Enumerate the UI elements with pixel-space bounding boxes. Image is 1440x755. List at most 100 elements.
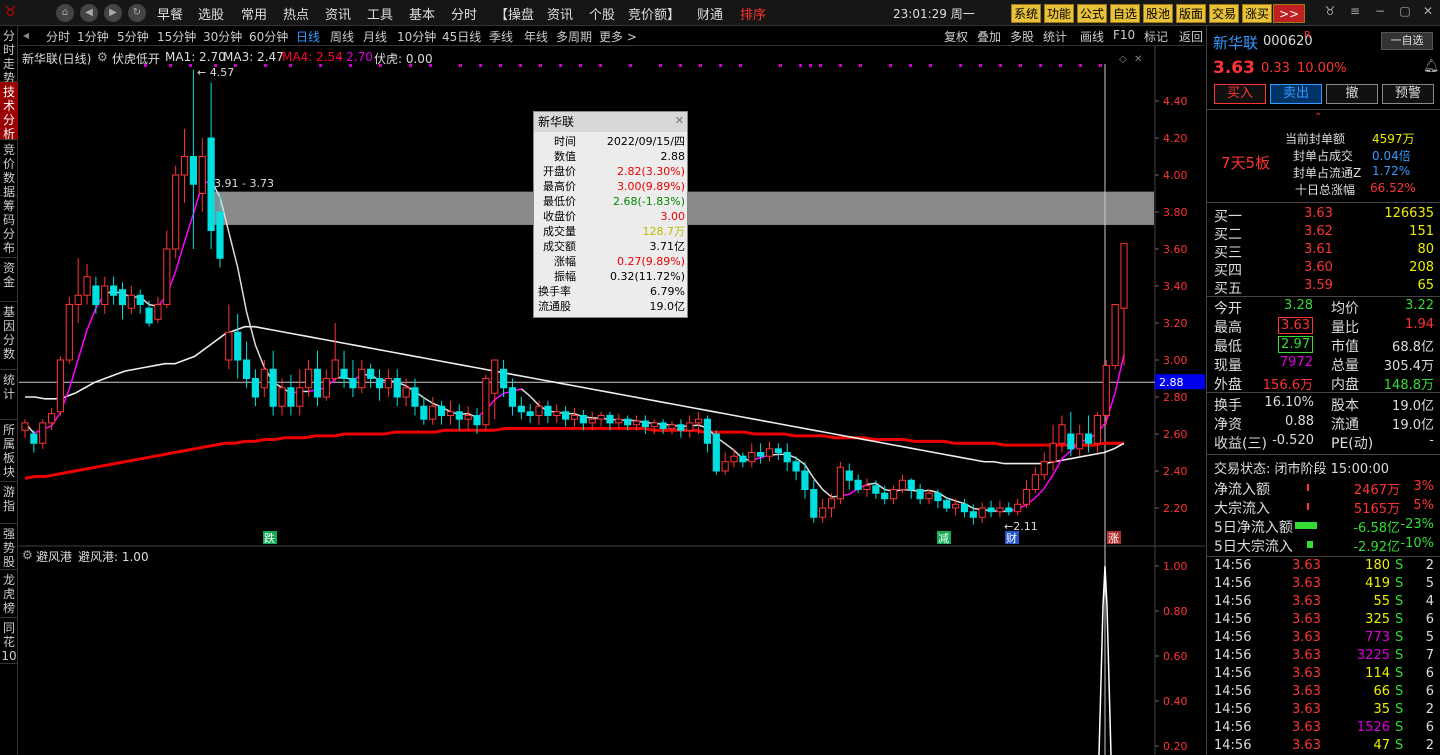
period-10[interactable]: 45日线 xyxy=(442,28,481,45)
left-tab-1[interactable]: 技术分析 xyxy=(0,82,18,141)
tick-time: 14:56 xyxy=(1214,684,1252,699)
forward-icon[interactable]: ▶ xyxy=(104,4,122,22)
period-11[interactable]: 季线 xyxy=(489,28,513,45)
stat2-key-2: PE(动) xyxy=(1331,436,1374,452)
tool-button-6[interactable]: 交易 xyxy=(1209,4,1240,23)
collapse-up-icon[interactable]: ⌃ xyxy=(1314,112,1322,123)
left-tab-3[interactable]: 筹码分布 xyxy=(0,196,18,258)
sub-settings-icon[interactable]: ⚙ xyxy=(22,548,33,562)
menu-1[interactable]: 选股 xyxy=(198,4,224,23)
menu-4[interactable]: 资讯 xyxy=(325,4,351,23)
action-button-3[interactable]: 预警 xyxy=(1382,84,1434,104)
menu-12[interactable]: 财通 xyxy=(697,4,723,23)
tooltip-close-icon[interactable]: ✕ xyxy=(675,114,684,127)
left-tab-5[interactable]: 基因分数 xyxy=(0,302,18,370)
left-tab-8[interactable]: 游指 xyxy=(0,482,18,524)
menu-10[interactable]: 个股 xyxy=(589,4,615,23)
chart-tool-1[interactable]: 叠加 xyxy=(977,28,1001,45)
left-tab-6[interactable]: 统计 xyxy=(0,370,18,420)
action-button-0[interactable]: 买入 xyxy=(1214,84,1266,104)
left-tab-0[interactable]: 分时走势 xyxy=(0,26,18,85)
menu-9[interactable]: 资讯 xyxy=(547,4,573,23)
period-12[interactable]: 年线 xyxy=(524,28,548,45)
back-icon[interactable]: ◀ xyxy=(80,4,98,22)
period-0[interactable]: 分时 xyxy=(46,28,70,45)
period-5[interactable]: 60分钟 xyxy=(249,28,288,45)
left-tab-7[interactable]: 所属板块 xyxy=(0,420,18,482)
bell-icon[interactable]: 🔔︎ xyxy=(1423,59,1440,74)
close-pane-icon[interactable]: ✕ xyxy=(1134,54,1142,65)
minimize-icon[interactable]: − xyxy=(1370,4,1390,22)
chart-tool-4[interactable]: 画线 xyxy=(1080,28,1104,45)
period-1[interactable]: 1分钟 xyxy=(77,28,109,45)
collapse-icon[interactable]: ◂ xyxy=(23,28,29,42)
ma5-segment xyxy=(183,213,195,242)
period-7[interactable]: 周线 xyxy=(330,28,354,45)
sub-axis-label: 0.60 xyxy=(1163,650,1188,663)
tool-button-5[interactable]: 版面 xyxy=(1176,4,1207,23)
period-4[interactable]: 30分钟 xyxy=(203,28,242,45)
tick-side: S xyxy=(1395,630,1404,645)
tool-button-2[interactable]: 公式 xyxy=(1077,4,1108,23)
stat-key: 最高 xyxy=(1214,320,1242,336)
menu-11[interactable]: 竞价额】 xyxy=(628,4,680,23)
candle-body xyxy=(517,405,525,413)
sub-indicator-name[interactable]: 避风港 xyxy=(36,548,72,565)
left-tab-2[interactable]: 竞价数据 xyxy=(0,140,18,199)
tick-count: 5 xyxy=(1425,630,1434,645)
signal-dot xyxy=(629,64,632,67)
chart-tool-6[interactable]: 标记 xyxy=(1144,28,1168,45)
left-tab-9[interactable]: 强势股 xyxy=(0,524,18,570)
menu-8[interactable]: 【操盘 xyxy=(495,4,534,23)
tooltip-key: 开盘价 xyxy=(543,165,576,178)
period-2[interactable]: 5分钟 xyxy=(117,28,149,45)
left-tab-10[interactable]: 龙虎榜 xyxy=(0,570,18,618)
menu-3[interactable]: 热点 xyxy=(283,4,309,23)
menu-13[interactable]: 排序 xyxy=(740,4,766,23)
chart-tool-3[interactable]: 统计 xyxy=(1043,28,1067,45)
tick-volume: 180 xyxy=(1365,558,1390,573)
menu-7[interactable]: 分时 xyxy=(451,4,477,23)
action-button-1[interactable]: 卖出 xyxy=(1270,84,1322,104)
candle-body xyxy=(925,492,933,500)
period-13[interactable]: 多周期 xyxy=(556,28,592,45)
close-icon[interactable]: ✕ xyxy=(1418,4,1438,22)
candle-body xyxy=(83,276,91,296)
stock-name: 新华联 xyxy=(1213,34,1259,52)
chart-tool-0[interactable]: 复权 xyxy=(944,28,968,45)
period-6[interactable]: 日线 xyxy=(296,28,320,45)
tool-button-0[interactable]: 系统 xyxy=(1011,4,1042,23)
watchlist-button[interactable]: 一自选 xyxy=(1381,32,1433,50)
menu-2[interactable]: 常用 xyxy=(241,4,267,23)
home-icon[interactable]: ⌂ xyxy=(56,4,74,22)
period-3[interactable]: 15分钟 xyxy=(157,28,196,45)
menu-0[interactable]: 早餐 xyxy=(157,4,183,23)
tool-button-3[interactable]: 自选 xyxy=(1110,4,1141,23)
candle-body xyxy=(313,368,322,398)
tool-button-4[interactable]: 股池 xyxy=(1143,4,1174,23)
chart-tool-5[interactable]: F10 xyxy=(1113,28,1135,42)
chart-tool-2[interactable]: 多股 xyxy=(1010,28,1034,45)
candle-body xyxy=(721,461,729,472)
period-14[interactable]: 更多 > xyxy=(599,28,637,45)
left-tab-4[interactable]: 资金 xyxy=(0,258,18,302)
menu-icon[interactable]: ≡ xyxy=(1345,4,1365,22)
period-9[interactable]: 10分钟 xyxy=(397,28,436,45)
menu-6[interactable]: 基本 xyxy=(409,4,435,23)
maximize-icon[interactable]: ▢ xyxy=(1395,4,1415,22)
candle-body xyxy=(650,422,658,428)
candle-body xyxy=(943,500,951,509)
chart-tool-7[interactable]: 返回 xyxy=(1179,28,1203,45)
period-8[interactable]: 月线 xyxy=(363,28,387,45)
diamond-icon[interactable]: ◇ xyxy=(1119,54,1127,65)
tool-button-1[interactable]: 功能 xyxy=(1044,4,1075,23)
tool-button-7[interactable]: 涨买 xyxy=(1242,4,1273,23)
left-tab-11[interactable]: 同花10 xyxy=(0,618,18,664)
signal-dot xyxy=(819,64,822,67)
tick-volume: 3225 xyxy=(1356,648,1390,663)
price-axis-label: 4.00 xyxy=(1163,169,1188,182)
refresh-icon[interactable]: ↻ xyxy=(128,4,146,22)
action-button-2[interactable]: 撤 xyxy=(1326,84,1378,104)
menu-5[interactable]: 工具 xyxy=(367,4,393,23)
expand-icon[interactable]: >> xyxy=(1273,4,1305,23)
